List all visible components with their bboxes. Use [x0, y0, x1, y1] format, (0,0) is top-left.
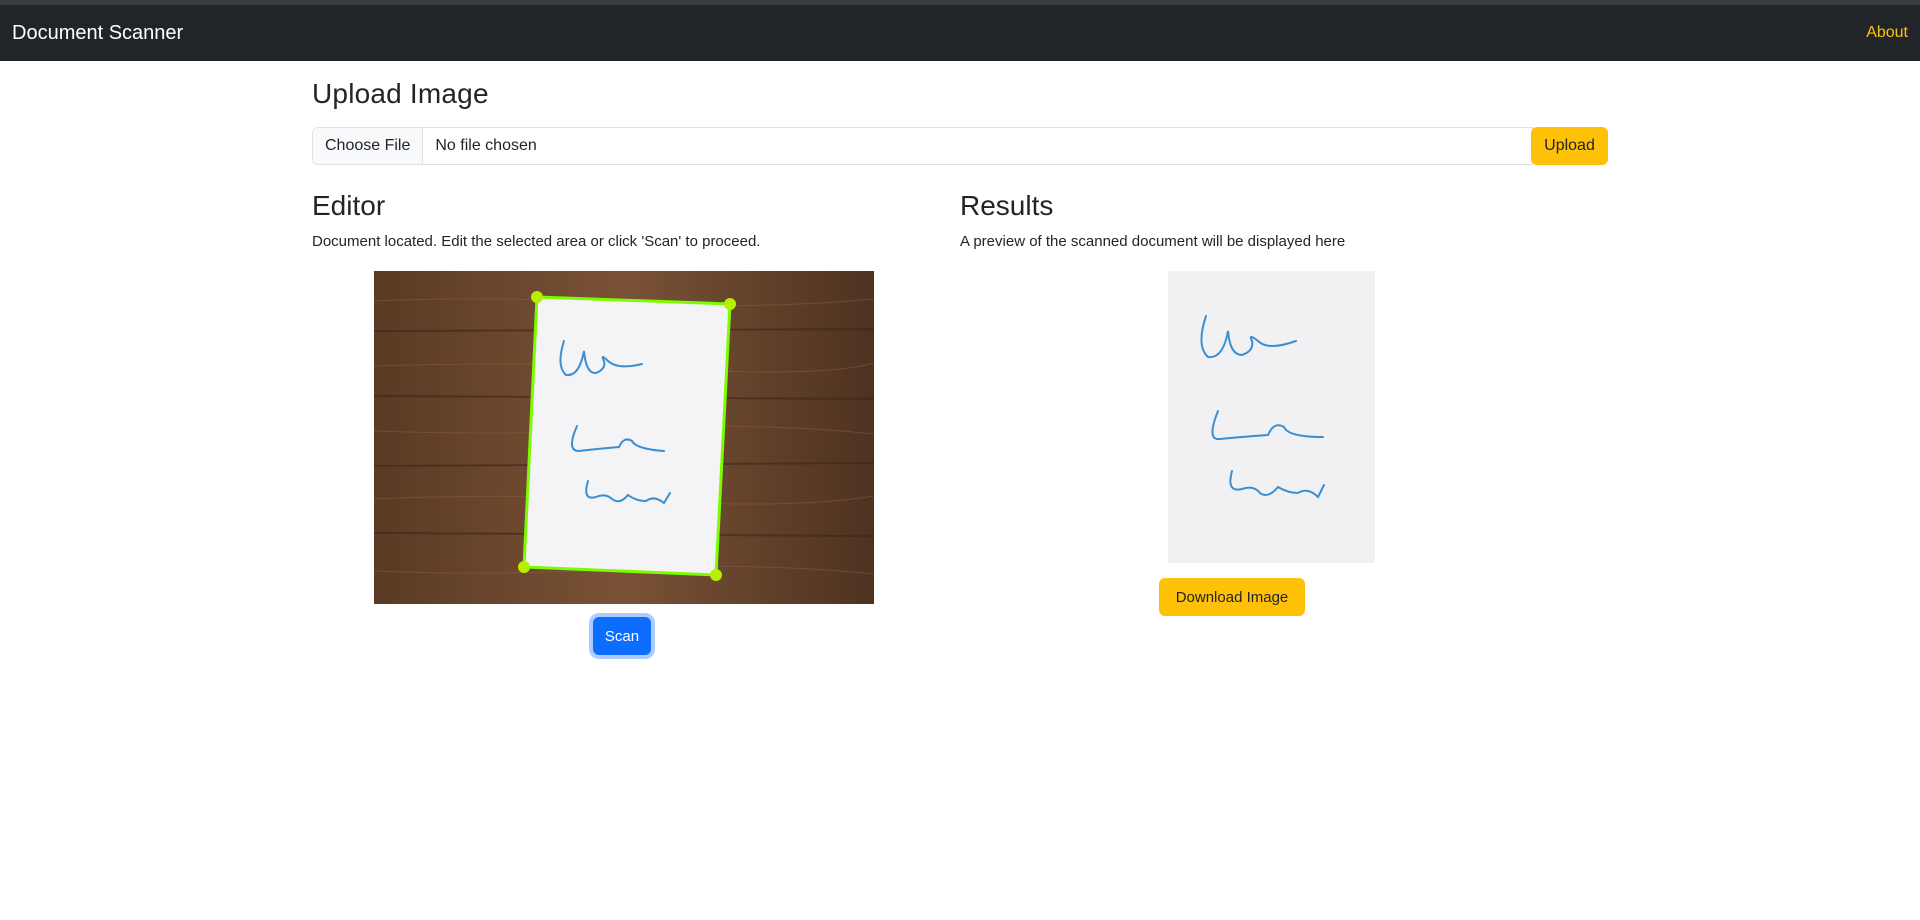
upload-form: Choose File No file chosen Upload [312, 127, 1608, 165]
results-title: Results [960, 190, 1054, 221]
corner-handle-top-left[interactable] [531, 291, 543, 303]
navbar: Document Scanner About [0, 5, 1920, 61]
upload-button[interactable]: Upload [1531, 127, 1608, 165]
editor-title: Editor [312, 190, 386, 221]
results-section: Results A preview of the scanned documen… [960, 189, 1584, 563]
corner-handle-top-right[interactable] [724, 298, 736, 310]
scan-button[interactable]: Scan [593, 617, 651, 655]
paper-sheet [524, 297, 730, 575]
choose-file-button[interactable]: Choose File [313, 128, 424, 164]
results-description: A preview of the scanned document will b… [960, 233, 1346, 250]
editor-description: Document located. Edit the selected area… [312, 233, 761, 250]
corner-handle-bottom-right[interactable] [710, 569, 722, 581]
navbar-brand[interactable]: Document Scanner [12, 22, 183, 45]
corner-handle-bottom-left[interactable] [518, 561, 530, 573]
file-status-text: No file chosen [435, 137, 537, 154]
editor-section: Editor Document located. Edit the select… [312, 189, 936, 604]
upload-title: Upload Image [312, 78, 489, 109]
download-image-button[interactable]: Download Image [1159, 578, 1305, 616]
scanned-preview-image [1168, 271, 1375, 563]
editor-canvas[interactable] [374, 271, 874, 604]
about-link[interactable]: About [1866, 24, 1908, 42]
file-input[interactable]: Choose File No file chosen [312, 127, 1533, 165]
